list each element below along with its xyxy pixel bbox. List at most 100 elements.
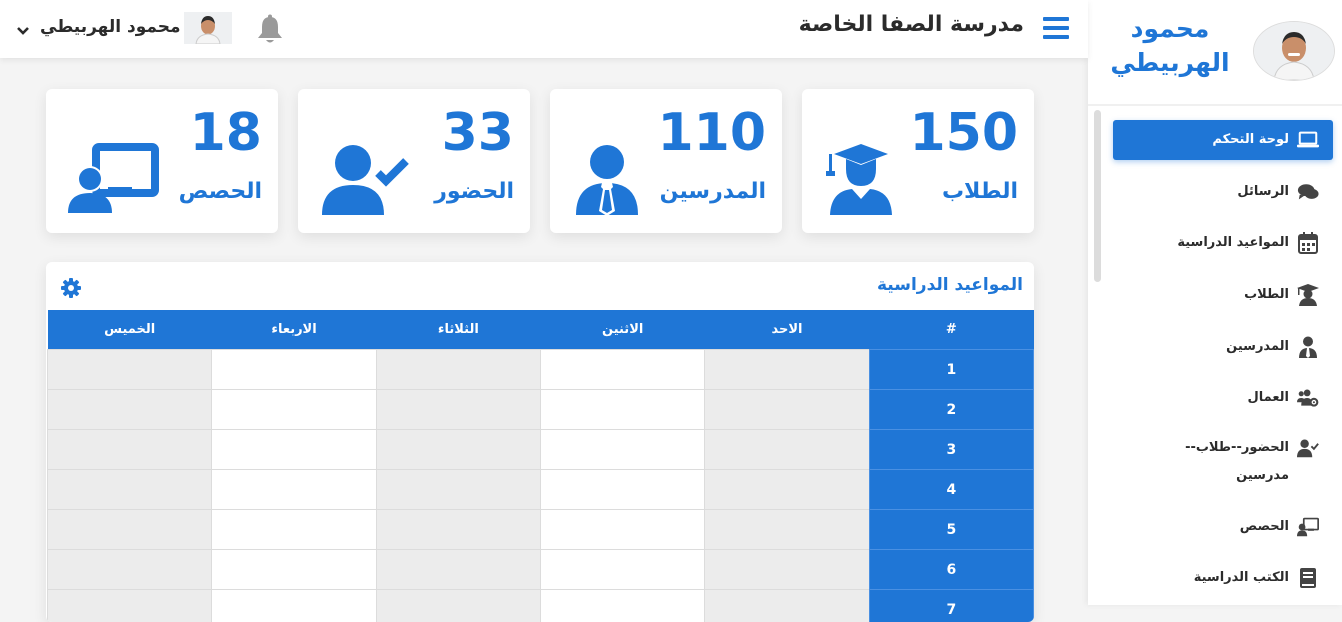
schedule-title: المواعيد الدراسية [877,275,1023,295]
stat-value: 18 [190,103,262,163]
schedule-cell[interactable] [376,510,540,550]
schedule-cell[interactable] [376,430,540,470]
table-row: 5 [48,510,1034,550]
schedule-cell[interactable] [705,390,869,430]
stat-card-classes[interactable]: 18 الحصص [46,89,278,233]
schedule-cell[interactable] [541,350,705,390]
schedule-cell[interactable] [48,470,212,510]
schedule-cell[interactable] [705,550,869,590]
row-index: 5 [869,510,1033,550]
schedule-cell[interactable] [541,430,705,470]
schedule-cell[interactable] [212,430,376,470]
table-header-row: # الاحد الاثنين الثلاثاء الاربعاء الخميس [48,310,1034,350]
stat-label: الطلاب [942,179,1018,204]
chalkboard-teacher-icon [68,141,142,217]
table-row: 4 [48,470,1034,510]
table-row: 7 [48,590,1034,622]
column-header: الاثنين [541,310,705,350]
sidebar-item-label: الطلاب [1244,281,1289,309]
stat-label: الحضور [434,179,514,204]
sidebar-profile: محمود الهربيطي [1088,0,1342,104]
hamburger-icon[interactable] [1043,17,1069,39]
schedule-cell[interactable] [541,590,705,622]
schedule-cell[interactable] [48,390,212,430]
profile-avatar[interactable] [1253,21,1335,81]
schedule-cell[interactable] [376,350,540,390]
sidebar-item-messages[interactable]: الرسائل [1113,172,1333,212]
schedule-cell[interactable] [376,470,540,510]
sidebar-item-label: الكتب الدراسية [1194,564,1289,592]
schedule-cell[interactable] [705,590,869,622]
stat-label: الحصص [179,179,262,204]
schedule-cell[interactable] [48,550,212,590]
schedule-cell[interactable] [48,590,212,622]
chevron-down-icon[interactable] [16,22,30,34]
schedule-cell[interactable] [541,550,705,590]
schedule-cell[interactable] [212,470,376,510]
sidebar-divider [1088,104,1342,106]
sidebar-item-books[interactable]: الكتب الدراسية [1113,558,1333,598]
sidebar-item-dashboard[interactable]: لوحة التحكم [1113,120,1333,160]
graduate-icon [824,141,898,217]
sidebar-item-schedule[interactable]: المواعيد الدراسية [1113,223,1333,263]
schedule-cell[interactable] [705,350,869,390]
schedule-cell[interactable] [212,510,376,550]
stat-label: المدرسين [660,179,766,204]
stat-card-attendance[interactable]: 33 الحضور [298,89,530,233]
sidebar-item-label: الحصص [1240,513,1289,541]
row-index: 2 [869,390,1033,430]
schedule-cell[interactable] [376,390,540,430]
row-index: 1 [869,350,1033,390]
stat-card-teachers[interactable]: 110 المدرسين [550,89,782,233]
sidebar-item-attendance[interactable]: الحضور--طلاب--مدرسين [1113,434,1333,490]
stat-card-students[interactable]: 150 الطلاب [802,89,1034,233]
schedule-cell[interactable] [541,510,705,550]
sidebar: محمود الهربيطي لوحة التحكم الرسائل الموا… [1088,0,1342,605]
sidebar-item-teachers[interactable]: المدرسين [1113,327,1333,367]
sidebar-item-workers[interactable]: العمال [1113,378,1333,418]
laptop-icon [1297,129,1319,151]
column-header: الثلاثاء [376,310,540,350]
schedule-cell[interactable] [705,510,869,550]
schedule-cell[interactable] [705,430,869,470]
user-tie-icon [1297,336,1319,358]
table-row: 6 [48,550,1034,590]
stat-value: 110 [657,103,766,163]
schedule-cell[interactable] [376,590,540,622]
table-row: 3 [48,430,1034,470]
sidebar-item-label: الحضور--طلاب--مدرسين [1159,434,1289,490]
sidebar-item-classes[interactable]: الحصص [1113,507,1333,547]
table-row: 1 [48,350,1034,390]
schedule-cell[interactable] [48,350,212,390]
bell-icon[interactable] [256,14,284,44]
schedule-cell[interactable] [376,550,540,590]
schedule-cell[interactable] [48,510,212,550]
sidebar-item-label: العمال [1247,384,1289,412]
schedule-cell[interactable] [541,470,705,510]
school-name: مدرسة الصفا الخاصة [799,12,1024,37]
gear-icon[interactable] [61,278,81,298]
schedule-cell[interactable] [212,550,376,590]
header-user-name[interactable]: محمود الهربيطي [40,17,181,37]
book-icon [1297,567,1319,589]
graduate-icon [1297,284,1319,306]
column-header: # [869,310,1033,350]
sidebar-scrollbar[interactable] [1094,110,1101,282]
schedule-cell[interactable] [705,470,869,510]
schedule-cell[interactable] [48,430,212,470]
row-index: 7 [869,590,1033,622]
sidebar-item-students[interactable]: الطلاب [1113,275,1333,315]
chalkboard-teacher-icon [1297,516,1319,538]
schedule-cell[interactable] [541,390,705,430]
row-index: 3 [869,430,1033,470]
sidebar-item-label: لوحة التحكم [1212,126,1289,154]
header-avatar[interactable] [184,12,232,44]
schedule-cell[interactable] [212,390,376,430]
schedule-cell[interactable] [212,590,376,622]
row-index: 4 [869,470,1033,510]
stat-value: 150 [909,103,1018,163]
sidebar-item-label: المدرسين [1226,333,1289,361]
schedule-cell[interactable] [212,350,376,390]
stat-value: 33 [442,103,514,163]
users-cog-icon [1297,387,1319,409]
